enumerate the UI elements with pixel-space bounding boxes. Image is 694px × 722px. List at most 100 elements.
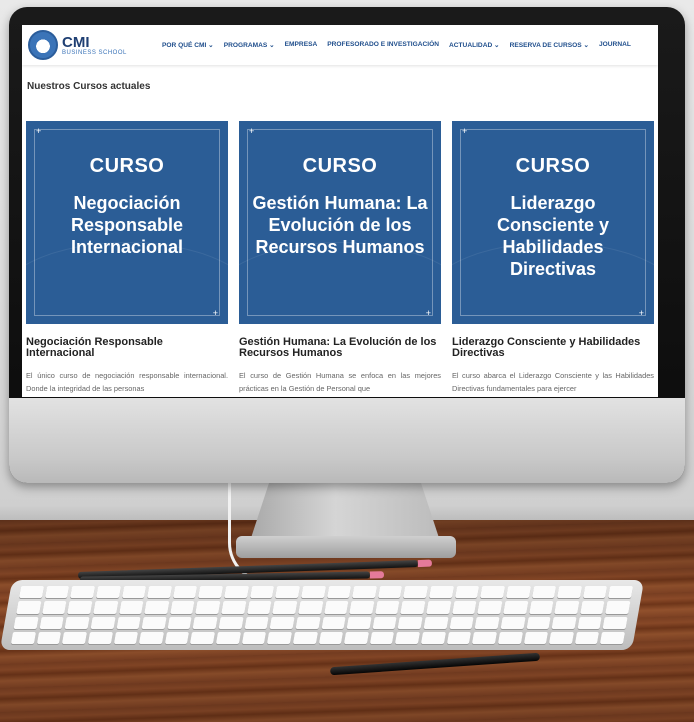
photo-scene: CMI BUSINESS SCHOOL POR QUÉ CMI ⌄ PROGRA… [0, 0, 694, 722]
plus-icon: + [425, 308, 431, 318]
keyboard-key [215, 631, 241, 644]
keyboard-key [167, 616, 193, 629]
keyboard-key [549, 631, 574, 644]
nav-item-reserva-de-cursos[interactable]: RESERVA DE CURSOS ⌄ [510, 41, 589, 49]
keyboard-key [321, 616, 346, 629]
keyboard-key [395, 631, 421, 644]
monitor-stand-base [236, 536, 456, 558]
site-logo[interactable]: CMI BUSINESS SCHOOL [28, 30, 146, 60]
keyboard-key [557, 586, 582, 599]
course-image-label: CURSO [89, 155, 165, 177]
nav-item-actualidad[interactable]: ACTUALIDAD ⌄ [449, 41, 500, 49]
keyboard-key [292, 631, 318, 644]
keyboard-key [246, 601, 272, 614]
course-title[interactable]: Liderazgo Consciente y Habilidades Direc… [452, 337, 654, 359]
nav-item-empresa[interactable]: EMPRESA [285, 41, 318, 49]
course-card[interactable]: + + CURSO Negociación Responsable Intern… [26, 121, 228, 395]
keyboard-key [249, 586, 275, 599]
logo-primary: CMI [62, 33, 90, 51]
keyboard-key [267, 631, 292, 644]
keyboard-key [454, 586, 480, 599]
keyboard-key [526, 616, 551, 629]
course-image-title: Liderazgo Consciente y Habilidades Direc… [496, 193, 610, 279]
keyboard-key [318, 631, 344, 644]
plus-icon: + [36, 126, 42, 136]
keyboard-key [505, 586, 531, 599]
keyboard-key [605, 601, 631, 614]
keyboard-key [93, 601, 118, 614]
pencil-eraser [369, 571, 385, 579]
keyboard-key [118, 601, 144, 614]
course-list: + + CURSO Negociación Responsable Intern… [22, 121, 658, 395]
keyboard-key [198, 586, 224, 599]
nav-item-programas[interactable]: PROGRAMAS ⌄ [224, 41, 275, 49]
plus-icon: + [638, 308, 644, 318]
nav-menu: POR QUÉ CMI ⌄ PROGRAMAS ⌄ EMPRESA PROFES… [162, 41, 652, 49]
keyboard [0, 580, 645, 650]
keyboard-key [172, 586, 198, 599]
monitor-stand [250, 483, 440, 541]
course-image[interactable]: + + CURSO Liderazgo Consciente y Habilid… [452, 121, 654, 324]
nav-item-profesorado[interactable]: PROFESORADO E INVESTIGACIÓN [327, 41, 439, 49]
course-title[interactable]: Gestión Humana: La Evolución de los Recu… [239, 337, 441, 359]
keyboard-key [477, 601, 503, 614]
course-title[interactable]: Negociación Responsable Internacional [26, 337, 228, 359]
course-card[interactable]: + + CURSO Gestión Humana: La Evolución d… [239, 121, 441, 395]
keyboard-key [531, 586, 557, 599]
keyboard-key [298, 601, 323, 614]
course-image-label: CURSO [302, 155, 378, 177]
keyboard-key [70, 586, 95, 599]
logo-emblem-icon [28, 30, 58, 60]
keyboard-key [190, 631, 216, 644]
keyboard-key [346, 616, 372, 629]
keyboard-keys [10, 586, 634, 644]
course-card[interactable]: + + CURSO Liderazgo Consciente y Habilid… [452, 121, 654, 395]
keyboard-key [377, 586, 403, 599]
keyboard-key [87, 631, 113, 644]
keyboard-key [272, 601, 298, 614]
keyboard-key [244, 616, 269, 629]
keyboard-key [121, 586, 147, 599]
keyboard-key [344, 631, 369, 644]
keyboard-key [164, 631, 190, 644]
keyboard-key [95, 586, 121, 599]
keyboard-key [62, 631, 87, 644]
keyboard-key [574, 631, 600, 644]
keyboard-key [221, 601, 247, 614]
keyboard-key [44, 586, 70, 599]
keyboard-key [580, 601, 605, 614]
keyboard-key [602, 616, 628, 629]
plus-icon: + [462, 126, 468, 136]
keyboard-key [369, 631, 395, 644]
keyboard-key [582, 586, 608, 599]
course-image[interactable]: + + CURSO Gestión Humana: La Evolución d… [239, 121, 441, 324]
course-description: El curso de Gestión Humana se enfoca en … [239, 371, 441, 393]
keyboard-key [480, 586, 505, 599]
course-image-label: CURSO [515, 155, 591, 177]
keyboard-key [397, 616, 423, 629]
keyboard-key [139, 631, 164, 644]
keyboard-key [474, 616, 500, 629]
keyboard-key [36, 631, 62, 644]
nav-item-por-que-cmi[interactable]: POR QUÉ CMI ⌄ [162, 41, 214, 49]
monitor-chin [9, 398, 685, 483]
keyboard-key [428, 586, 454, 599]
keyboard-key [18, 586, 44, 599]
keyboard-key [116, 616, 141, 629]
keyboard-key [39, 616, 64, 629]
course-image[interactable]: + + CURSO Negociación Responsable Intern… [26, 121, 228, 324]
keyboard-key [500, 616, 526, 629]
nav-item-journal[interactable]: JOURNAL [599, 41, 631, 49]
keyboard-key [608, 586, 634, 599]
keyboard-key [195, 601, 221, 614]
plus-icon: + [212, 308, 218, 318]
keyboard-key [192, 616, 218, 629]
keyboard-key [497, 631, 523, 644]
course-image-title: Negociación Responsable Internacional [70, 193, 184, 257]
keyboard-key [349, 601, 375, 614]
keyboard-key [300, 586, 326, 599]
keyboard-key [403, 586, 429, 599]
course-description: El curso abarca el Liderazgo Consciente … [452, 371, 654, 393]
keyboard-key [523, 631, 549, 644]
keyboard-key [451, 601, 477, 614]
